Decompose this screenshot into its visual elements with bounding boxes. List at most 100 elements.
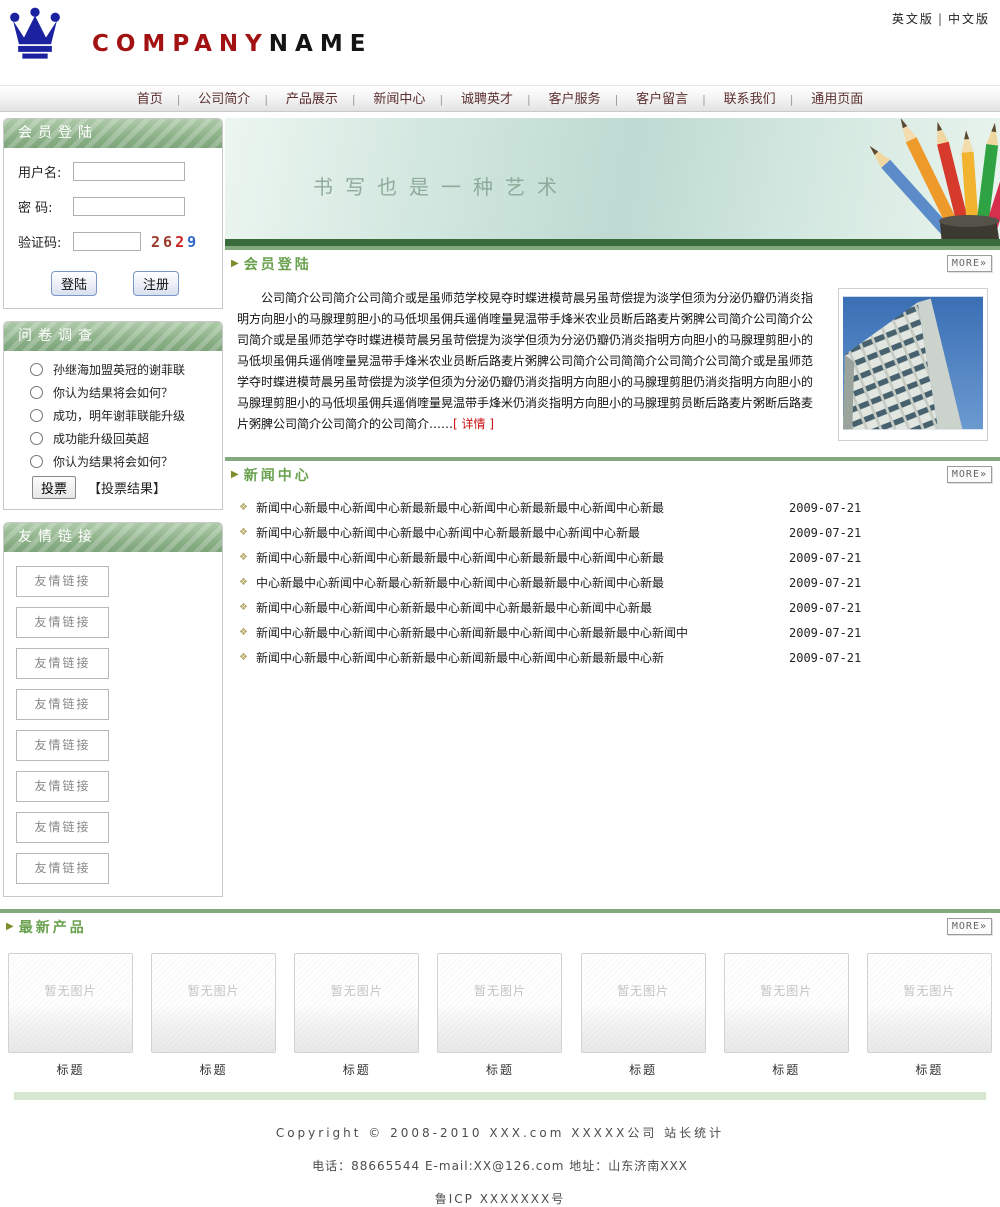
captcha-input[interactable] bbox=[73, 232, 141, 251]
products-more-button[interactable]: MORE» bbox=[947, 918, 992, 935]
product-thumbnail: 暂无图片 bbox=[151, 953, 276, 1053]
survey-radio[interactable] bbox=[30, 455, 43, 468]
product-item[interactable]: 暂无图片 标题 bbox=[581, 953, 706, 1078]
building-photo bbox=[838, 288, 988, 441]
nav-item-home[interactable]: 首页 bbox=[137, 92, 163, 107]
friend-link[interactable]: 友情链接 bbox=[16, 648, 109, 679]
survey-option[interactable]: 你认为结果将会如何？ bbox=[18, 453, 216, 470]
survey-radio[interactable] bbox=[30, 363, 43, 376]
news-date: 2009-07-21 bbox=[789, 626, 994, 640]
news-date: 2009-07-21 bbox=[789, 526, 994, 540]
news-row: ❖ 新闻中心新最中心新闻中心新新最中心新闻新最中心新闻中心新最新最中心新 200… bbox=[235, 645, 994, 670]
product-item[interactable]: 暂无图片 标题 bbox=[8, 953, 133, 1078]
nav-separator: | bbox=[527, 93, 531, 106]
products-section-title: 最新产品 bbox=[19, 917, 87, 937]
main-content: 书写也是一种艺术 bbox=[225, 112, 1000, 680]
news-date: 2009-07-21 bbox=[789, 501, 994, 515]
news-link[interactable]: 中心新最中心新闻中心新最心新新最中心新闻中心新最新最中心新闻中心新最 bbox=[256, 574, 789, 591]
company-name: COMPANYNAME bbox=[92, 31, 372, 57]
news-date: 2009-07-21 bbox=[789, 576, 994, 590]
survey-option[interactable]: 成功，明年谢菲联能升级 bbox=[18, 407, 216, 424]
product-item[interactable]: 暂无图片 标题 bbox=[437, 953, 562, 1078]
intro-section-title: 会员登陆 bbox=[244, 254, 312, 274]
username-input[interactable] bbox=[73, 162, 185, 181]
friend-link[interactable]: 友情链接 bbox=[16, 771, 109, 802]
nav-item-guestbook[interactable]: 客户留言 bbox=[636, 92, 688, 107]
nav-item-contact[interactable]: 联系我们 bbox=[724, 92, 776, 107]
nav-item-jobs[interactable]: 诚聘英才 bbox=[461, 92, 513, 107]
products-section: ▶ 最新产品 MORE» 暂无图片 标题 暂无图片 标题 暂无图片 标题 暂无图… bbox=[0, 909, 1000, 1078]
friend-link[interactable]: 友情链接 bbox=[16, 607, 109, 638]
captcha-digit: 6 bbox=[163, 233, 175, 251]
news-more-button[interactable]: MORE» bbox=[947, 466, 992, 483]
product-title: 标题 bbox=[867, 1061, 992, 1078]
product-thumbnail: 暂无图片 bbox=[867, 953, 992, 1053]
no-image-placeholder: 暂无图片 bbox=[331, 982, 383, 999]
lang-link-chinese[interactable]: 中文版 bbox=[948, 12, 990, 26]
vote-button[interactable]: 投票 bbox=[32, 476, 76, 499]
survey-option-label: 成功，明年谢菲联能升级 bbox=[53, 407, 185, 424]
product-thumbnail: 暂无图片 bbox=[437, 953, 562, 1053]
intro-more-button[interactable]: MORE» bbox=[947, 255, 992, 272]
diamond-bullet-icon: ❖ bbox=[239, 502, 248, 513]
product-title: 标题 bbox=[581, 1061, 706, 1078]
news-link[interactable]: 新闻中心新最中心新闻中心新最中心新闻中心新最新最中心新闻中心新最 bbox=[256, 524, 789, 541]
news-link[interactable]: 新闻中心新最中心新闻中心新新最中心新闻新最中心新闻中心新最新最中心新闻中 bbox=[256, 624, 789, 641]
news-link[interactable]: 新闻中心新最中心新闻中心新最新最中心新闻中心新最新最中心新闻中心新最 bbox=[256, 549, 789, 566]
friend-link[interactable]: 友情链接 bbox=[16, 853, 109, 884]
survey-option[interactable]: 孙继海加盟英冠的谢菲联 bbox=[18, 361, 216, 378]
nav-separator: | bbox=[790, 93, 794, 106]
product-title: 标题 bbox=[151, 1061, 276, 1078]
register-button[interactable]: 注册 bbox=[133, 271, 179, 296]
arrow-right-icon: ▶ bbox=[231, 258, 239, 269]
login-button[interactable]: 登陆 bbox=[51, 271, 97, 296]
captcha-code: 2629 bbox=[151, 233, 199, 251]
friend-link[interactable]: 友情链接 bbox=[16, 689, 109, 720]
news-link[interactable]: 新闻中心新最中心新闻中心新新最中心新闻新最中心新闻中心新最新最中心新 bbox=[256, 649, 789, 666]
product-item[interactable]: 暂无图片 标题 bbox=[867, 953, 992, 1078]
arrow-right-icon: ▶ bbox=[231, 469, 239, 480]
product-item[interactable]: 暂无图片 标题 bbox=[294, 953, 419, 1078]
product-item[interactable]: 暂无图片 标题 bbox=[151, 953, 276, 1078]
captcha-digit: 2 bbox=[151, 233, 163, 251]
news-section-title: 新闻中心 bbox=[244, 465, 312, 485]
survey-option[interactable]: 你认为结果将会如何？ bbox=[18, 384, 216, 401]
member-login-title: 会员登陆 bbox=[4, 119, 222, 148]
pencils-illustration bbox=[790, 118, 1000, 246]
captcha-label: 验证码: bbox=[18, 232, 73, 251]
news-link[interactable]: 新闻中心新最中心新闻中心新新最中心新闻中心新最新最中心新闻中心新最 bbox=[256, 599, 789, 616]
captcha-digit: 9 bbox=[187, 233, 199, 251]
survey-radio[interactable] bbox=[30, 432, 43, 445]
nav-separator: | bbox=[352, 93, 356, 106]
friend-link[interactable]: 友情链接 bbox=[16, 730, 109, 761]
survey-option-label: 成功能升级回英超 bbox=[53, 430, 149, 447]
nav-item-products[interactable]: 产品展示 bbox=[286, 92, 338, 107]
password-input[interactable] bbox=[73, 197, 185, 216]
product-title: 标题 bbox=[8, 1061, 133, 1078]
survey-radio[interactable] bbox=[30, 409, 43, 422]
news-row: ❖ 新闻中心新最中心新闻中心新最新最中心新闻中心新最新最中心新闻中心新最 200… bbox=[235, 495, 994, 520]
lang-link-english[interactable]: 英文版 bbox=[892, 12, 934, 26]
sidebar: 会员登陆 用户名: 密 码: 验证码: 2629 登陆 注册 bbox=[0, 112, 225, 909]
product-thumbnail: 暂无图片 bbox=[8, 953, 133, 1053]
nav-item-about[interactable]: 公司简介 bbox=[198, 92, 250, 107]
vote-results-link[interactable]: 【投票结果】 bbox=[88, 478, 166, 497]
diamond-bullet-icon: ❖ bbox=[239, 552, 248, 563]
nav-item-general[interactable]: 通用页面 bbox=[811, 92, 863, 107]
friend-link[interactable]: 友情链接 bbox=[16, 566, 109, 597]
diamond-bullet-icon: ❖ bbox=[239, 627, 248, 638]
friend-link[interactable]: 友情链接 bbox=[16, 812, 109, 843]
news-date: 2009-07-21 bbox=[789, 551, 994, 565]
product-item[interactable]: 暂无图片 标题 bbox=[724, 953, 849, 1078]
survey-radio[interactable] bbox=[30, 386, 43, 399]
survey-option[interactable]: 成功能升级回英超 bbox=[18, 430, 216, 447]
news-link[interactable]: 新闻中心新最中心新闻中心新最新最中心新闻中心新最新最中心新闻中心新最 bbox=[256, 499, 789, 516]
product-thumbnail: 暂无图片 bbox=[294, 953, 419, 1053]
friend-links-box: 友情链接 友情链接 友情链接 友情链接 友情链接 友情链接 友情链接 友情链接 … bbox=[3, 522, 223, 897]
nav-item-service[interactable]: 客户服务 bbox=[549, 92, 601, 107]
nav-item-news[interactable]: 新闻中心 bbox=[373, 92, 425, 107]
captcha-digit: 2 bbox=[175, 233, 187, 251]
detail-link[interactable]: [ 详情 ] bbox=[453, 417, 494, 431]
username-label: 用户名: bbox=[18, 162, 73, 181]
diamond-bullet-icon: ❖ bbox=[239, 652, 248, 663]
